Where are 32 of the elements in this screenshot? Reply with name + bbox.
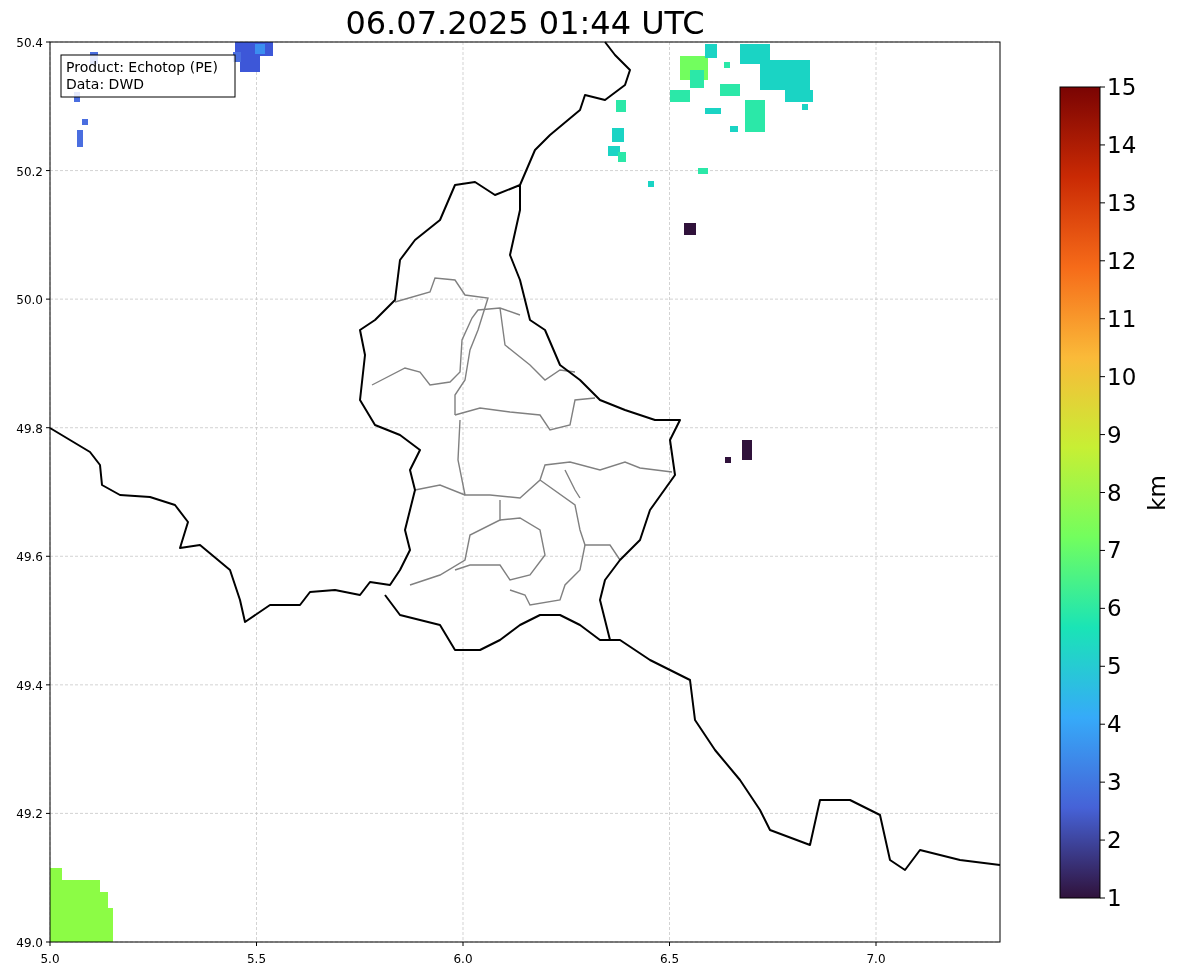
x-tick-label: 7.0 [866, 952, 886, 966]
x-tick-label: 5.5 [246, 952, 267, 966]
colorbar-tick-label: 4 [1107, 711, 1122, 738]
y-tick-label: 49.2 [16, 807, 43, 822]
colorbar-tick-label: 2 [1107, 827, 1122, 854]
colorbar-tick-label: 12 [1107, 247, 1137, 274]
colorbar-tick-label: 13 [1107, 189, 1137, 216]
colorbar-tick-label: 5 [1107, 653, 1122, 680]
x-tick-label: 6.0 [453, 952, 473, 966]
colorbar-tick-label: 15 [1107, 74, 1137, 100]
x-tick-label: 6.5 [659, 952, 680, 966]
chart-title: 06.07.2025 01:44 UTC [345, 4, 705, 42]
y-tick-label: 49.6 [16, 550, 43, 565]
y-tick-label: 50.4 [16, 36, 43, 50]
y-tick-label: 49.4 [16, 678, 43, 693]
colorbar-tick-label: 3 [1107, 769, 1122, 796]
legend-text: Product: Echotop (PE) [66, 59, 218, 75]
legend-text: Data: DWD [66, 76, 144, 92]
colorbar-tick-label: 1 [1107, 885, 1122, 911]
y-tick-label: 50.2 [16, 164, 43, 179]
colorbar-tick-label: 8 [1107, 479, 1122, 506]
colorbar-tick-label: 6 [1107, 595, 1122, 622]
colorbar-tick-label: 9 [1107, 421, 1122, 448]
y-tick-label: 50.0 [16, 293, 43, 308]
colorbar-tick-label: 10 [1107, 363, 1137, 390]
colorbar-tick-label: 11 [1107, 305, 1137, 332]
colorbar-tick-label: 7 [1107, 537, 1122, 564]
y-tick-label: 49.8 [16, 421, 43, 436]
colorbar-tick-label: 14 [1107, 131, 1137, 158]
colorbar-label: km [1144, 475, 1170, 511]
x-tick-label: 5.0 [40, 952, 60, 966]
y-tick-label: 49.0 [16, 936, 43, 950]
